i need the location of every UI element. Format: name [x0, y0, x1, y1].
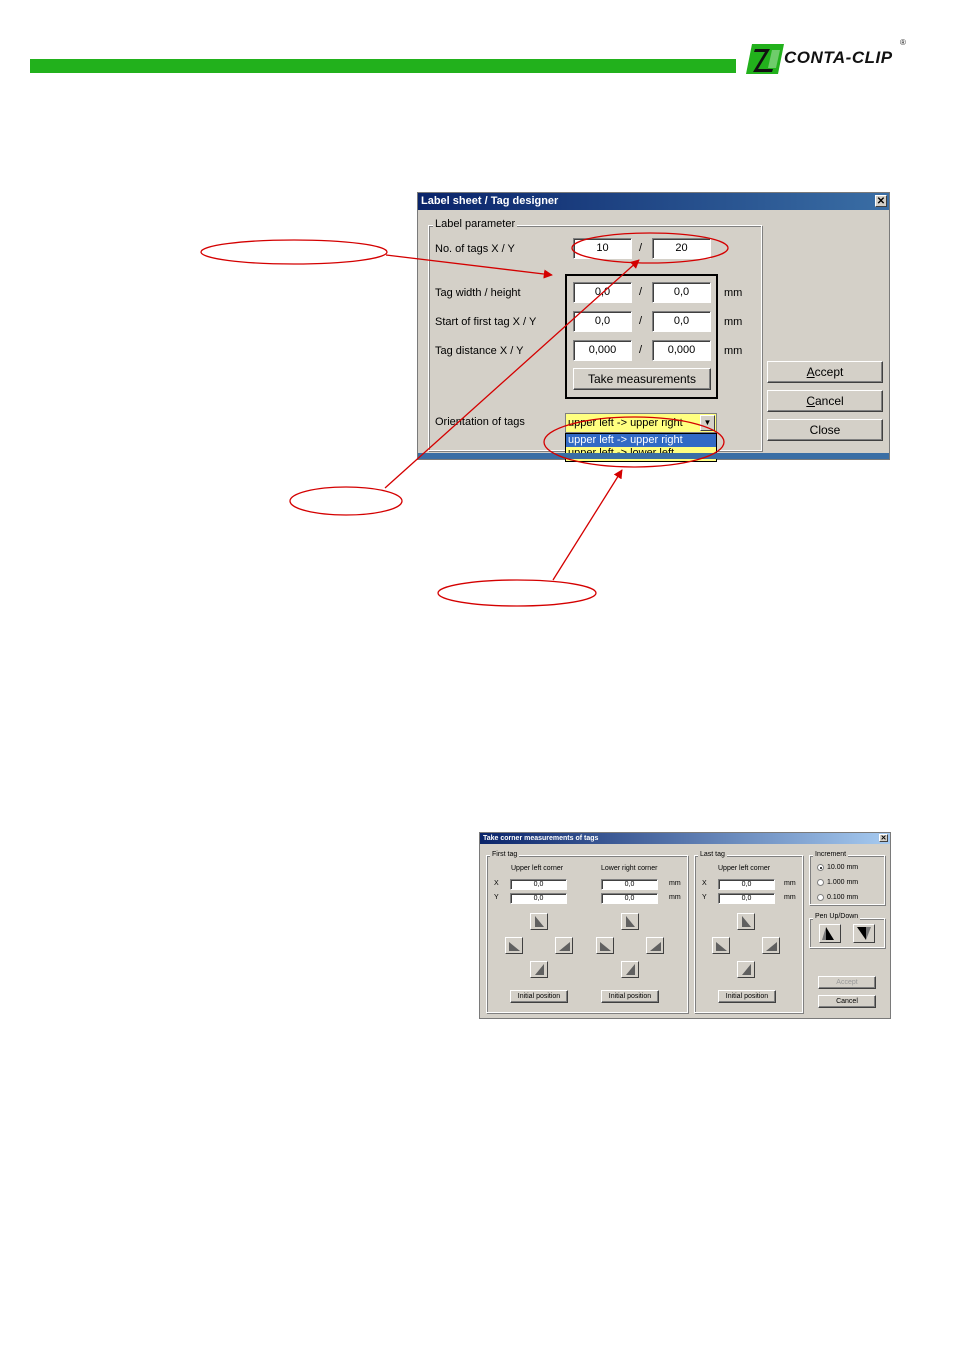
first-tag-title: First tag: [490, 851, 520, 858]
arrow-right-icon: [766, 942, 777, 951]
x-label: X: [702, 880, 707, 887]
last-tag-title: Last tag: [698, 851, 727, 858]
pen-up-down-title: Pen Up/Down: [813, 913, 861, 920]
increment-title: Increment: [813, 851, 849, 858]
arrow-down-icon: [535, 964, 544, 975]
upper-left-corner-label: Upper left corner: [511, 865, 564, 872]
dialog-titlebar[interactable]: Take corner measurements of tags: [480, 833, 890, 844]
arrow-up-icon: [742, 916, 751, 927]
move-right-button[interactable]: [646, 937, 664, 954]
increment-radio[interactable]: [817, 864, 824, 871]
move-up-button[interactable]: [621, 913, 639, 930]
last-ul-x-field[interactable]: 0,0: [718, 879, 775, 890]
pen-up-button[interactable]: [819, 924, 841, 943]
initial-position-button[interactable]: Initial position: [510, 990, 568, 1003]
annotation-overlay: [200, 232, 729, 607]
lower-right-corner-label: Lower right corner: [601, 865, 658, 872]
annotation-ellipse-orientation: [543, 416, 725, 468]
y-label: Y: [494, 894, 499, 901]
arrow-down-icon: [742, 964, 751, 975]
move-down-button[interactable]: [621, 961, 639, 978]
corner-measurements-dialog: Take corner measurements of tags ✕ First…: [479, 832, 891, 1019]
move-up-button[interactable]: [530, 913, 548, 930]
last-ul-y-field[interactable]: 0,0: [718, 893, 775, 904]
increment-option-label: 1.000 mm: [827, 879, 859, 886]
close-icon[interactable]: ✕: [879, 834, 888, 842]
increment-radio[interactable]: [817, 894, 824, 901]
annotation-arrow-1: [385, 254, 553, 279]
annotation-arrow-3: [552, 469, 623, 581]
increment-option-label: 0.100 mm: [827, 894, 859, 901]
annotation-ellipse-3: [437, 579, 597, 607]
increment-radio[interactable]: [817, 879, 824, 886]
move-left-button[interactable]: [712, 937, 730, 954]
arrow-right-icon: [559, 942, 570, 951]
pen-down-button[interactable]: [853, 924, 875, 943]
annotation-ellipse-2: [289, 486, 403, 516]
initial-position-button[interactable]: Initial position: [718, 990, 776, 1003]
first-lr-x-field[interactable]: 0,0: [601, 879, 658, 890]
move-down-button[interactable]: [737, 961, 755, 978]
pen-up-icon: [822, 927, 834, 940]
move-down-button[interactable]: [530, 961, 548, 978]
increment-option-label: 10.00 mm: [827, 864, 859, 871]
cancel-button[interactable]: Cancel: [818, 995, 876, 1008]
unit-label: mm: [784, 894, 796, 901]
first-lr-y-field[interactable]: 0,0: [601, 893, 658, 904]
accept-button[interactable]: Accept: [818, 976, 876, 989]
arrow-left-icon: [600, 942, 611, 951]
arrow-up-icon: [626, 916, 635, 927]
arrow-left-icon: [716, 942, 727, 951]
annotation-arrow-2: [384, 259, 640, 489]
arrow-left-icon: [509, 942, 520, 951]
arrow-right-icon: [650, 942, 661, 951]
annotation-ellipse-1: [200, 239, 388, 265]
annotation-ellipse-tags: [571, 232, 729, 264]
y-label: Y: [702, 894, 707, 901]
move-left-button[interactable]: [505, 937, 523, 954]
move-right-button[interactable]: [762, 937, 780, 954]
pen-down-icon: [857, 927, 871, 940]
upper-left-corner-label: Upper left corner: [718, 865, 771, 872]
first-ul-x-field[interactable]: 0,0: [510, 879, 567, 890]
unit-label: mm: [669, 880, 681, 887]
first-ul-y-field[interactable]: 0,0: [510, 893, 567, 904]
arrow-up-icon: [535, 916, 544, 927]
arrow-down-icon: [626, 964, 635, 975]
unit-label: mm: [669, 894, 681, 901]
move-right-button[interactable]: [555, 937, 573, 954]
move-up-button[interactable]: [737, 913, 755, 930]
move-left-button[interactable]: [596, 937, 614, 954]
initial-position-button[interactable]: Initial position: [601, 990, 659, 1003]
x-label: X: [494, 880, 499, 887]
unit-label: mm: [784, 880, 796, 887]
